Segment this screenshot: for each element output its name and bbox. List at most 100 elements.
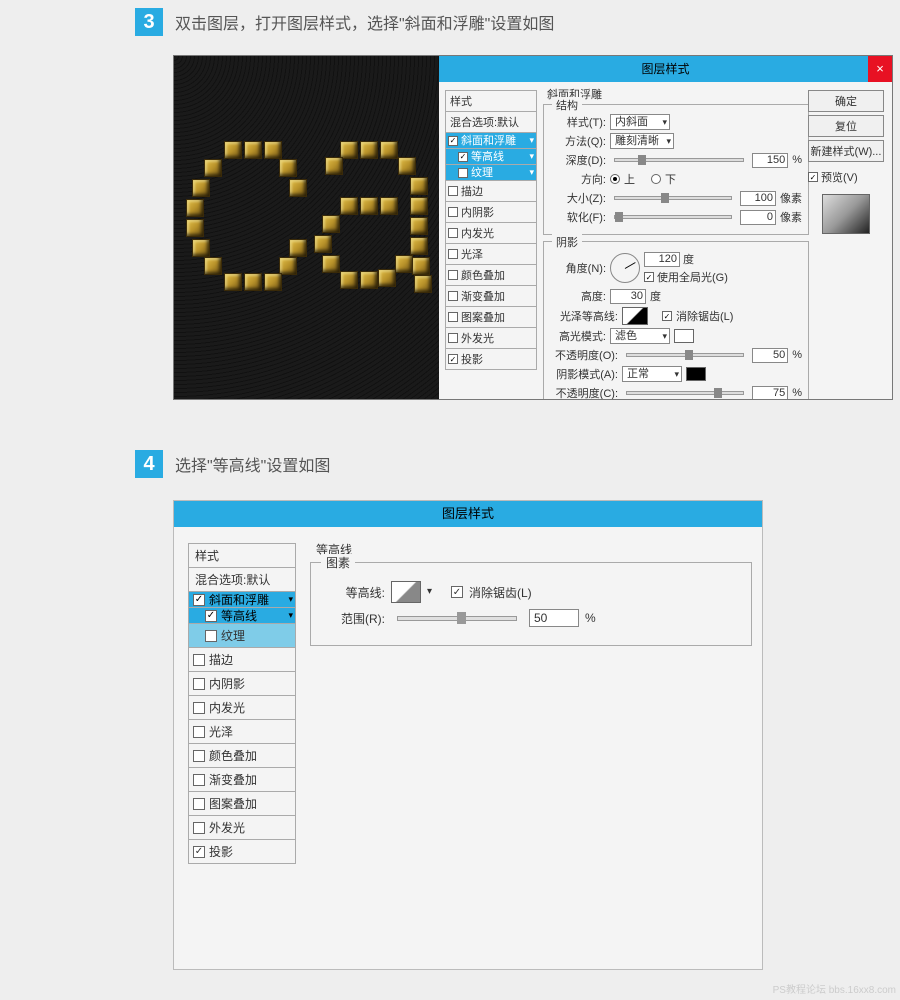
soften-slider[interactable] (614, 215, 732, 219)
contour-settings-panel: 等高线 图素 等高线: 消除锯齿(L) 范围(R): 50 % (310, 541, 752, 646)
effect-contour[interactable]: 等高线 (445, 149, 537, 165)
checkbox-icon[interactable] (448, 249, 458, 259)
angle-dial[interactable] (610, 253, 640, 283)
effect-satin[interactable]: 光泽 (188, 720, 296, 744)
styles-list: 样式 混合选项:默认 斜面和浮雕 等高线 纹理 描边 内阴影 内发光 光泽 颜色… (445, 90, 537, 370)
checkbox-icon[interactable] (448, 291, 458, 301)
checkbox-icon[interactable] (193, 594, 205, 606)
effect-drop-shadow[interactable]: 投影 (445, 349, 537, 370)
aa-checkbox[interactable] (451, 586, 463, 598)
elements-fieldset: 图素 等高线: 消除锯齿(L) 范围(R): 50 % (310, 562, 752, 646)
dir-down-radio[interactable] (651, 174, 661, 184)
structure-fieldset: 结构 样式(T):内斜面 方法(Q):雕刻清晰 深度(D):150% 方向:上下… (543, 104, 809, 235)
effect-inner-shadow[interactable]: 内阴影 (445, 202, 537, 223)
checkbox-icon[interactable] (458, 168, 468, 178)
effect-stroke[interactable]: 描边 (445, 181, 537, 202)
sh-opacity-slider[interactable] (626, 391, 744, 395)
blend-options[interactable]: 混合选项:默认 (445, 112, 537, 133)
effect-color-overlay[interactable]: 颜色叠加 (188, 744, 296, 768)
cancel-button[interactable]: 复位 (808, 115, 884, 137)
soften-input[interactable]: 0 (740, 210, 776, 225)
checkbox-icon[interactable] (448, 207, 458, 217)
hi-opacity-input[interactable]: 50 (752, 348, 788, 363)
altitude-input[interactable]: 30 (610, 289, 646, 304)
dialog-title-2: 图层样式 (174, 501, 762, 527)
text-ca-studs (184, 126, 444, 306)
highlight-mode-select[interactable]: 滤色 (610, 328, 670, 344)
checkbox-icon[interactable] (193, 702, 205, 714)
preview-checkbox[interactable] (808, 172, 818, 182)
photoshop-canvas (174, 56, 439, 399)
styles-header[interactable]: 样式 (445, 90, 537, 112)
effect-inner-shadow[interactable]: 内阴影 (188, 672, 296, 696)
close-icon[interactable]: × (868, 56, 892, 82)
effect-pat-overlay[interactable]: 图案叠加 (188, 792, 296, 816)
effect-bevel[interactable]: 斜面和浮雕 (188, 592, 296, 608)
ok-button[interactable]: 确定 (808, 90, 884, 112)
range-slider[interactable] (397, 616, 517, 621)
aa-checkbox[interactable] (662, 311, 672, 321)
effect-drop-shadow[interactable]: 投影 (188, 840, 296, 864)
checkbox-icon[interactable] (448, 228, 458, 238)
checkbox-icon[interactable] (448, 186, 458, 196)
effect-grad-overlay[interactable]: 渐变叠加 (188, 768, 296, 792)
step-4-badge: 4 (135, 450, 163, 478)
depth-slider[interactable] (614, 158, 744, 162)
depth-input[interactable]: 150 (752, 153, 788, 168)
effect-inner-glow[interactable]: 内发光 (445, 223, 537, 244)
size-input[interactable]: 100 (740, 191, 776, 206)
effect-color-overlay[interactable]: 颜色叠加 (445, 265, 537, 286)
global-light-checkbox[interactable] (644, 272, 654, 282)
shadow-mode-select[interactable]: 正常 (622, 366, 682, 382)
checkbox-icon[interactable] (193, 750, 205, 762)
new-style-button[interactable]: 新建样式(W)... (808, 140, 884, 162)
contour-picker[interactable] (391, 581, 421, 603)
checkbox-icon[interactable] (193, 678, 205, 690)
checkbox-icon[interactable] (448, 312, 458, 322)
checkbox-icon[interactable] (205, 630, 217, 642)
angle-input[interactable]: 120 (644, 252, 680, 267)
checkbox-icon[interactable] (205, 610, 217, 622)
preview-swatch (822, 194, 870, 234)
effect-texture[interactable]: 纹理 (445, 165, 537, 181)
size-slider[interactable] (614, 196, 732, 200)
effect-stroke[interactable]: 描边 (188, 648, 296, 672)
shadow-color[interactable] (686, 367, 706, 381)
gloss-contour-picker[interactable] (622, 307, 648, 325)
checkbox-icon[interactable] (193, 798, 205, 810)
hi-opacity-slider[interactable] (626, 353, 744, 357)
sh-opacity-input[interactable]: 75 (752, 386, 788, 401)
effect-contour[interactable]: 等高线 (188, 608, 296, 624)
dir-up-radio[interactable] (610, 174, 620, 184)
highlight-color[interactable] (674, 329, 694, 343)
range-input[interactable]: 50 (529, 609, 579, 627)
effect-inner-glow[interactable]: 内发光 (188, 696, 296, 720)
checkbox-icon[interactable] (193, 654, 205, 666)
step-3-badge: 3 (135, 8, 163, 36)
styles-header[interactable]: 样式 (188, 543, 296, 568)
checkbox-icon[interactable] (193, 726, 205, 738)
blend-options[interactable]: 混合选项:默认 (188, 568, 296, 592)
watermark: PS教程论坛 bbs.16xx8.com (773, 981, 896, 996)
checkbox-icon[interactable] (458, 152, 468, 162)
panel-title: 等高线 (316, 541, 752, 558)
checkbox-icon[interactable] (448, 333, 458, 343)
effect-texture[interactable]: 纹理 (188, 624, 296, 648)
effect-bevel[interactable]: 斜面和浮雕 (445, 133, 537, 149)
styles-list-2: 样式 混合选项:默认 斜面和浮雕 等高线 纹理 描边 内阴影 内发光 光泽 颜色… (188, 543, 296, 864)
style-select[interactable]: 内斜面 (610, 114, 670, 130)
checkbox-icon[interactable] (193, 846, 205, 858)
effect-satin[interactable]: 光泽 (445, 244, 537, 265)
effect-outer-glow[interactable]: 外发光 (188, 816, 296, 840)
screenshot-2: 图层样式 样式 混合选项:默认 斜面和浮雕 等高线 纹理 描边 内阴影 内发光 … (173, 500, 763, 970)
checkbox-icon[interactable] (448, 354, 458, 364)
step-3-text: 双击图层，打开图层样式，选择"斜面和浮雕"设置如图 (175, 10, 554, 34)
effect-pat-overlay[interactable]: 图案叠加 (445, 307, 537, 328)
checkbox-icon[interactable] (448, 136, 458, 146)
effect-grad-overlay[interactable]: 渐变叠加 (445, 286, 537, 307)
checkbox-icon[interactable] (193, 822, 205, 834)
effect-outer-glow[interactable]: 外发光 (445, 328, 537, 349)
checkbox-icon[interactable] (193, 774, 205, 786)
technique-select[interactable]: 雕刻清晰 (610, 133, 674, 149)
checkbox-icon[interactable] (448, 270, 458, 280)
